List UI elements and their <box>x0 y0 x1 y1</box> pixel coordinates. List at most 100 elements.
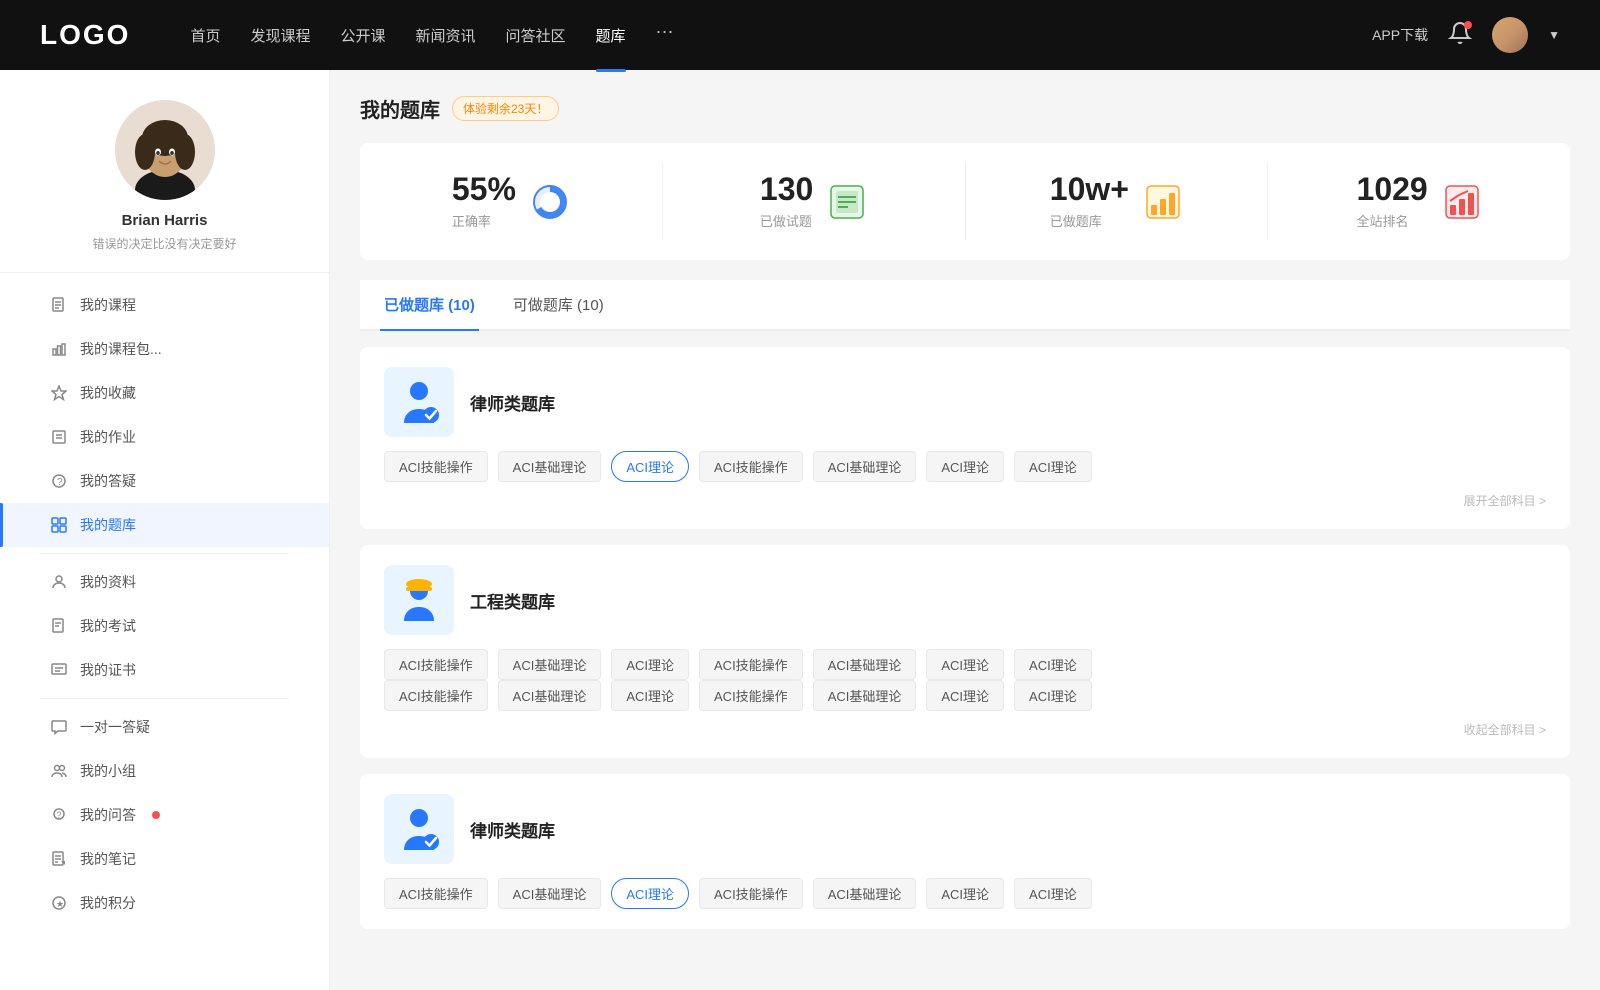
sidebar-item-exams[interactable]: 我的考试 <box>0 604 329 648</box>
stat-banks-done-value: 10w+ <box>1050 173 1129 205</box>
nav-qa[interactable]: 问答社区 <box>506 21 566 50</box>
tag-item-active[interactable]: ACI理论 <box>611 878 689 909</box>
tag-item[interactable]: ACI技能操作 <box>384 878 488 909</box>
tag-item[interactable]: ACI基础理论 <box>498 649 602 680</box>
bank-card-lawyer-header: 律师类题库 <box>384 367 1546 437</box>
sidebar-label-favorites: 我的收藏 <box>80 383 136 403</box>
sidebar-item-qa[interactable]: ? 我的答疑 <box>0 459 329 503</box>
sidebar-item-profile[interactable]: 我的资料 <box>0 560 329 604</box>
sidebar-item-courses[interactable]: 我的课程 <box>0 283 329 327</box>
tag-item[interactable]: ACI基础理论 <box>498 451 602 482</box>
document-icon <box>50 296 68 314</box>
bank-card-lawyer-title: 律师类题库 <box>470 390 555 415</box>
sidebar-label-question-bank: 我的题库 <box>80 515 136 535</box>
tag-item[interactable]: ACI理论 <box>1014 680 1092 711</box>
sidebar-item-my-qa[interactable]: ? 我的问答 <box>0 793 329 837</box>
tag-item[interactable]: ACI理论 <box>926 878 1004 909</box>
grid-icon <box>50 516 68 534</box>
svg-text:?: ? <box>57 477 63 488</box>
nav-news[interactable]: 新闻资讯 <box>416 21 476 50</box>
sidebar-item-notes[interactable]: 我的笔记 <box>0 837 329 881</box>
avatar[interactable] <box>1492 17 1528 53</box>
tag-item[interactable]: ACI基础理论 <box>498 878 602 909</box>
questions-done-icon <box>827 182 867 222</box>
logo: LOGO <box>40 19 130 51</box>
nav-more[interactable]: ··· <box>656 21 674 50</box>
notes-icon <box>50 850 68 868</box>
tag-item[interactable]: ACI理论 <box>1014 878 1092 909</box>
stat-accuracy-label: 正确率 <box>452 211 516 230</box>
sidebar-item-homework[interactable]: 我的作业 <box>0 415 329 459</box>
tag-item[interactable]: ACI基础理论 <box>813 451 917 482</box>
sidebar-label-course-packages: 我的课程包... <box>80 339 162 359</box>
main-content: 我的题库 体验剩余23天！ 55% 正确率 <box>330 70 1600 990</box>
nav-discover[interactable]: 发现课程 <box>250 21 310 50</box>
sidebar-item-certificates[interactable]: 我的证书 <box>0 648 329 692</box>
nav-home[interactable]: 首页 <box>190 21 220 50</box>
tag-item[interactable]: ACI技能操作 <box>384 680 488 711</box>
group-icon <box>50 762 68 780</box>
nav-question-bank[interactable]: 题库 <box>596 21 626 50</box>
tag-item[interactable]: ACI基础理论 <box>813 680 917 711</box>
bank-card-engineering-title: 工程类题库 <box>470 588 555 613</box>
sidebar-item-points[interactable]: ★ 我的积分 <box>0 881 329 925</box>
tag-item[interactable]: ACI基础理论 <box>813 649 917 680</box>
tag-item[interactable]: ACI理论 <box>1014 649 1092 680</box>
tag-item[interactable]: ACI技能操作 <box>699 451 803 482</box>
nav-right: APP下载 ▼ <box>1372 17 1560 53</box>
rank-icon <box>1442 182 1482 222</box>
tab-done-banks[interactable]: 已做题库 (10) <box>380 280 479 331</box>
tag-item[interactable]: ACI理论 <box>926 649 1004 680</box>
sidebar-label-courses: 我的课程 <box>80 295 136 315</box>
sidebar-item-question-bank[interactable]: 我的题库 <box>0 503 329 547</box>
tag-item[interactable]: ACI技能操作 <box>384 649 488 680</box>
stat-questions-done: 130 已做试题 <box>663 163 966 240</box>
tag-item[interactable]: ACI理论 <box>926 451 1004 482</box>
menu-divider-1 <box>40 553 289 554</box>
stat-accuracy-text: 55% 正确率 <box>452 173 516 230</box>
tag-item[interactable]: ACI技能操作 <box>699 878 803 909</box>
nav-links: 首页 发现课程 公开课 新闻资讯 问答社区 题库 ··· <box>190 21 1372 50</box>
tag-item[interactable]: ACI技能操作 <box>699 680 803 711</box>
tag-item[interactable]: ACI基础理论 <box>813 878 917 909</box>
stat-questions-done-value: 130 <box>760 173 813 205</box>
sidebar-item-course-packages[interactable]: 我的课程包... <box>0 327 329 371</box>
app-download[interactable]: APP下载 <box>1372 25 1428 45</box>
notification-bell[interactable] <box>1448 21 1472 50</box>
tag-item[interactable]: ACI技能操作 <box>699 649 803 680</box>
stat-rank: 1029 全站排名 <box>1268 163 1570 240</box>
bank-card-lawyer: 律师类题库 ACI技能操作 ACI基础理论 ACI理论 ACI技能操作 ACI基… <box>360 347 1570 529</box>
svg-text:★: ★ <box>56 899 64 909</box>
tag-item[interactable]: ACI理论 <box>1014 451 1092 482</box>
stat-questions-done-text: 130 已做试题 <box>760 173 813 230</box>
expand-link-lawyer[interactable]: 展开全部科目 > <box>384 492 1546 509</box>
navbar: LOGO 首页 发现课程 公开课 新闻资讯 问答社区 题库 ··· APP下载 … <box>0 0 1600 70</box>
stat-rank-value: 1029 <box>1357 173 1428 205</box>
profile-name: Brian Harris <box>122 212 208 229</box>
bank-card-lawyer-tags: ACI技能操作 ACI基础理论 ACI理论 ACI技能操作 ACI基础理论 AC… <box>384 451 1546 482</box>
profile-dropdown-icon[interactable]: ▼ <box>1548 28 1560 42</box>
list-icon <box>50 428 68 446</box>
nav-open-course[interactable]: 公开课 <box>340 21 385 50</box>
notification-dot <box>1464 21 1472 29</box>
tabs-row: 已做题库 (10) 可做题库 (10) <box>360 280 1570 331</box>
tag-item[interactable]: ACI理论 <box>611 680 689 711</box>
page-header: 我的题库 体验剩余23天！ <box>360 70 1570 143</box>
tag-item[interactable]: ACI基础理论 <box>498 680 602 711</box>
sidebar-label-notes: 我的笔记 <box>80 849 136 869</box>
tab-available-banks[interactable]: 可做题库 (10) <box>509 280 608 331</box>
tag-item[interactable]: ACI理论 <box>926 680 1004 711</box>
tag-item[interactable]: ACI理论 <box>611 649 689 680</box>
sidebar-item-group[interactable]: 我的小组 <box>0 749 329 793</box>
tag-item[interactable]: ACI技能操作 <box>384 451 488 482</box>
tag-item-active[interactable]: ACI理论 <box>611 451 689 482</box>
person-outline-icon <box>50 573 68 591</box>
sidebar-item-tutor[interactable]: 一对一答疑 <box>0 705 329 749</box>
sidebar-label-certificates: 我的证书 <box>80 660 136 680</box>
stat-accuracy: 55% 正确率 <box>360 163 663 240</box>
sidebar-menu: 我的课程 我的课程包... 我的收藏 <box>0 273 329 935</box>
points-icon: ★ <box>50 894 68 912</box>
sidebar-item-favorites[interactable]: 我的收藏 <box>0 371 329 415</box>
collapse-link-engineering[interactable]: 收起全部科目 > <box>384 721 1546 738</box>
profile-avatar[interactable] <box>115 100 215 200</box>
